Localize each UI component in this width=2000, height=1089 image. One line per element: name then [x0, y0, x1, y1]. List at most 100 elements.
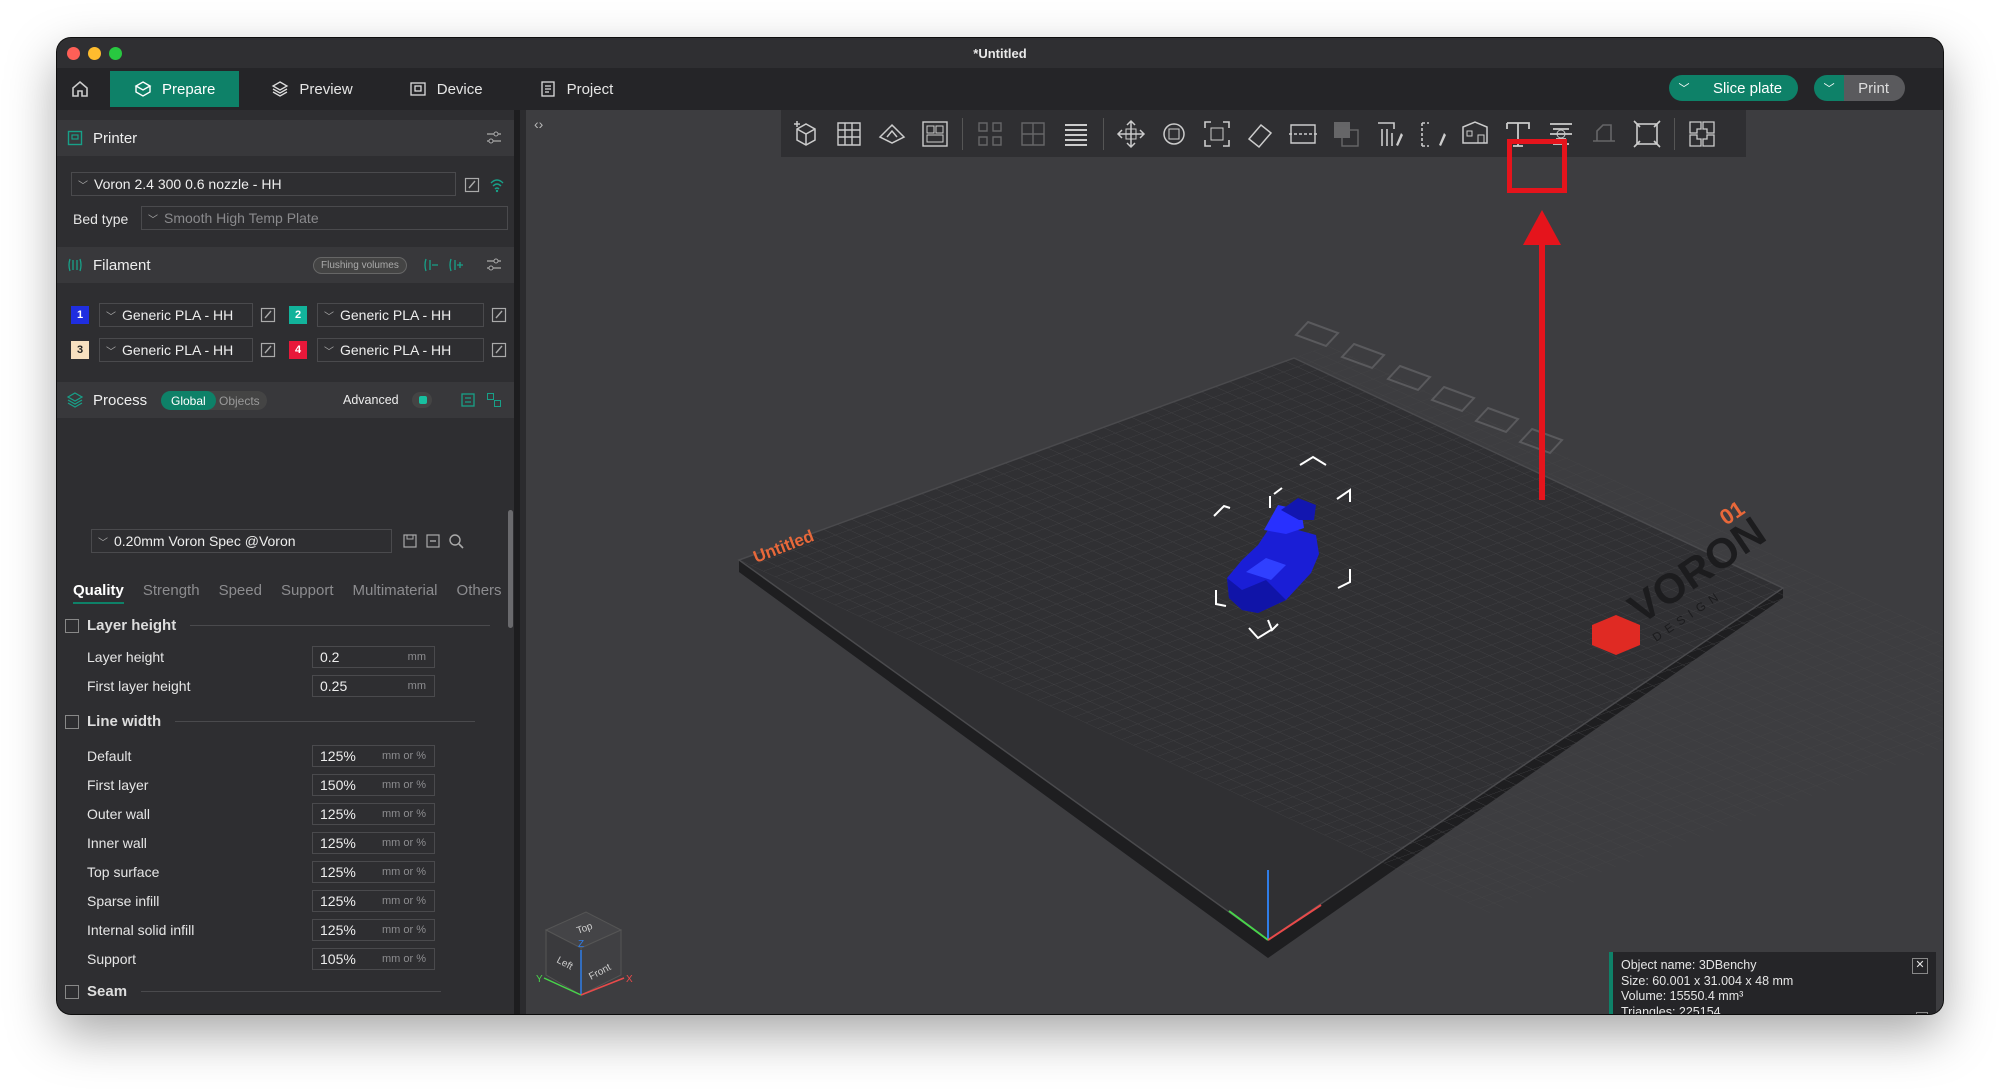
- layer-height-input[interactable]: 0.2 mm: [312, 646, 435, 668]
- wifi-icon[interactable]: [489, 177, 505, 193]
- seam-painting-button[interactable]: [1413, 115, 1451, 153]
- first-layer-height-input[interactable]: 0.25 mm: [312, 675, 435, 697]
- print-button[interactable]: ﹀ Print: [1814, 75, 1905, 101]
- tab-preview[interactable]: Preview: [247, 71, 376, 107]
- save-icon[interactable]: [402, 533, 418, 549]
- emboss-tool-button[interactable]: [1456, 115, 1494, 153]
- assembly-view-button[interactable]: [1683, 115, 1721, 153]
- printer-section-header[interactable]: Printer: [57, 120, 514, 156]
- emboss-icon: [1462, 120, 1488, 144]
- slice-plate-button[interactable]: ﹀ Slice plate: [1668, 75, 1799, 101]
- process-section-header[interactable]: Process Global Objects Advanced: [57, 382, 514, 418]
- tab-quality[interactable]: Quality: [73, 582, 124, 604]
- edit-icon[interactable]: [491, 307, 507, 323]
- add-plate-button[interactable]: [830, 115, 868, 153]
- edit-icon[interactable]: [260, 307, 276, 323]
- cut-tool-button[interactable]: [1284, 115, 1322, 153]
- objects-toggle[interactable]: Objects: [219, 394, 260, 408]
- lay-on-face-button[interactable]: [1241, 115, 1279, 153]
- brim-ears-button[interactable]: [1585, 115, 1623, 153]
- object-name: Object name: 3DBenchy: [1621, 958, 1757, 972]
- filament-slot-2-select[interactable]: ﹀ Generic PLA - HH: [317, 303, 484, 327]
- bed-type-select[interactable]: ﹀ Smooth High Temp Plate: [141, 206, 508, 230]
- scale-icon: [1204, 120, 1230, 147]
- support-painting-button[interactable]: [1370, 115, 1408, 153]
- edit-icon[interactable]: [491, 342, 507, 358]
- layer-height-icon: [65, 618, 79, 633]
- filament-slot-1-select[interactable]: ﹀ Generic PLA - HH: [99, 303, 253, 327]
- setting-label: Default: [87, 748, 132, 764]
- delete-preset-icon[interactable]: [425, 533, 441, 549]
- zoom-window-button[interactable]: [109, 47, 122, 60]
- filament-slot-4-swatch[interactable]: 4: [289, 341, 307, 359]
- close-icon[interactable]: ✕: [1912, 958, 1928, 974]
- global-toggle[interactable]: Global: [161, 391, 216, 410]
- orient-icon: [878, 123, 906, 144]
- filament-slot-4-select[interactable]: ﹀ Generic PLA - HH: [317, 338, 484, 362]
- advanced-switch[interactable]: [412, 392, 432, 408]
- tab-strength[interactable]: Strength: [143, 582, 200, 604]
- boolean-icon: [1334, 121, 1359, 147]
- tab-multimaterial[interactable]: Multimaterial: [353, 582, 438, 604]
- filament-section-header[interactable]: Filament Flushing volumes: [57, 247, 514, 283]
- measure-tool-button[interactable]: [1628, 115, 1666, 153]
- home-button[interactable]: [60, 68, 100, 110]
- split-parts-button[interactable]: [1014, 115, 1052, 153]
- object-info-panel: Object name: 3DBenchy Size: 60.001 x 31.…: [1609, 952, 1936, 1014]
- search-icon[interactable]: [448, 533, 464, 549]
- process-preset-select[interactable]: ﹀ 0.20mm Voron Spec @Voron: [91, 529, 392, 553]
- minimize-info-icon[interactable]: –: [1916, 1012, 1928, 1014]
- arrange-button[interactable]: [916, 115, 954, 153]
- flushing-volumes-button[interactable]: Flushing volumes: [313, 257, 407, 274]
- tab-support[interactable]: Support: [281, 582, 334, 604]
- line-width-input[interactable]: 125% mm or %: [312, 803, 435, 825]
- filament-slot-3-select[interactable]: ﹀ Generic PLA - HH: [99, 338, 253, 362]
- compare-icon[interactable]: [460, 392, 476, 408]
- chevron-down-icon[interactable]: ﹀: [1668, 75, 1699, 101]
- layers-editing-button[interactable]: [1057, 115, 1095, 153]
- setting-value: 125%: [320, 835, 356, 851]
- rotate-tool-button[interactable]: [1155, 115, 1193, 153]
- setting-value: 125%: [320, 806, 356, 822]
- move-tool-button[interactable]: [1112, 115, 1150, 153]
- filament-slot-2-swatch[interactable]: 2: [289, 306, 307, 324]
- sidebar-scrollbar[interactable]: [508, 510, 513, 628]
- line-width-input[interactable]: 150% mm or %: [312, 774, 435, 796]
- setting-value: 150%: [320, 777, 356, 793]
- settings-sliders-icon[interactable]: [486, 257, 502, 273]
- setting-value: 0.25: [320, 678, 348, 694]
- tab-prepare[interactable]: Prepare: [110, 71, 240, 107]
- add-filament-icon[interactable]: [448, 257, 464, 273]
- plate-settings-icon[interactable]: [486, 392, 502, 408]
- line-width-input[interactable]: 125% mm or %: [312, 890, 435, 912]
- setting-unit: mm or %: [382, 924, 426, 936]
- printer-select[interactable]: ﹀ Voron 2.4 300 0.6 nozzle - HH: [71, 172, 456, 196]
- line-width-input[interactable]: 125% mm or %: [312, 832, 435, 854]
- minimize-window-button[interactable]: [88, 47, 101, 60]
- tab-others[interactable]: Others: [457, 582, 502, 604]
- filament-slot-1-swatch[interactable]: 1: [71, 306, 89, 324]
- chevron-down-icon[interactable]: ﹀: [1814, 75, 1845, 101]
- setting-label: Sparse infill: [87, 893, 160, 909]
- boolean-tool-button[interactable]: [1327, 115, 1365, 153]
- tab-speed[interactable]: Speed: [219, 582, 262, 604]
- scale-tool-button[interactable]: [1198, 115, 1236, 153]
- window-title: *Untitled: [973, 45, 1027, 61]
- split-objects-button[interactable]: [971, 115, 1009, 153]
- line-width-input[interactable]: 105% mm or %: [312, 948, 435, 970]
- remove-filament-icon[interactable]: [423, 257, 439, 273]
- tab-device[interactable]: Device: [385, 71, 507, 107]
- filament-slot-3-swatch[interactable]: 3: [71, 341, 89, 359]
- tab-project[interactable]: Project: [515, 71, 638, 107]
- settings-sliders-icon[interactable]: [486, 130, 502, 146]
- line-width-input[interactable]: 125% mm or %: [312, 861, 435, 883]
- auto-orient-button[interactable]: [873, 115, 911, 153]
- edit-icon[interactable]: [260, 342, 276, 358]
- 3d-viewport[interactable]: ‹› Untitled VORON DESIGN 01 Top Left Fro…: [526, 110, 1943, 1014]
- view-cube[interactable]: Top Left Front Z Y X: [536, 900, 656, 1010]
- close-window-button[interactable]: [67, 47, 80, 60]
- edit-icon[interactable]: [464, 177, 480, 193]
- line-width-input[interactable]: 125% mm or %: [312, 919, 435, 941]
- line-width-input[interactable]: 125% mm or %: [312, 745, 435, 767]
- add-object-button[interactable]: [787, 115, 825, 153]
